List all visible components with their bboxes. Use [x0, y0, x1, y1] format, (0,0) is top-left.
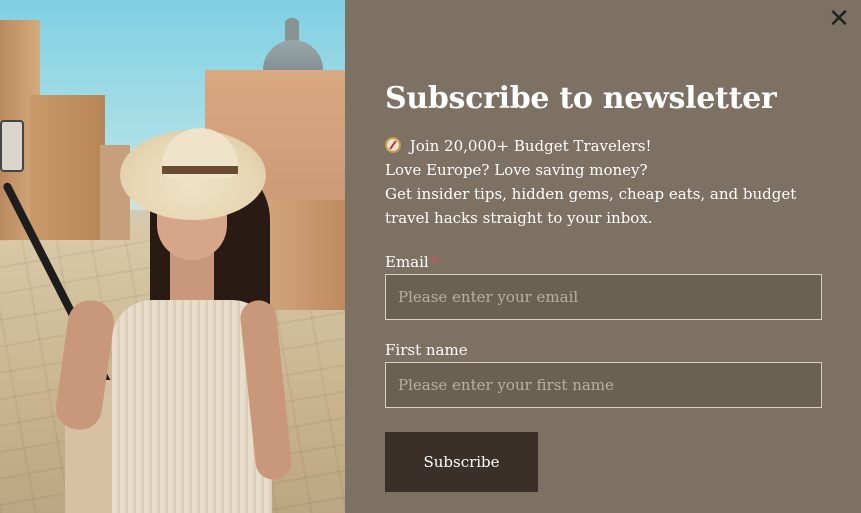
- close-icon[interactable]: ✕: [827, 6, 851, 32]
- photo-woman-hat-band: [162, 166, 238, 174]
- travel-photo: [0, 0, 345, 513]
- email-label-text: Email: [385, 253, 429, 271]
- photo-wall-right: [265, 200, 345, 310]
- newsletter-panel: ✕ Subscribe to newsletter Join 20,000+ B…: [345, 0, 861, 513]
- first-name-field[interactable]: [385, 362, 822, 408]
- description-line-3: Get insider tips, hidden gems, cheap eat…: [385, 185, 797, 203]
- photo-dome-lantern: [285, 18, 299, 42]
- required-marker: *: [430, 253, 439, 271]
- email-label: Email *: [385, 252, 822, 272]
- description-line-2: Love Europe? Love saving money?: [385, 161, 648, 179]
- subscribe-button[interactable]: Subscribe: [385, 432, 538, 492]
- description-line-1-text: Join 20,000+ Budget Travelers!: [409, 137, 652, 155]
- first-name-label: First name: [385, 340, 822, 360]
- description-line-1: Join 20,000+ Budget Travelers!: [385, 134, 822, 158]
- newsletter-modal: ✕ Subscribe to newsletter Join 20,000+ B…: [0, 0, 861, 513]
- compass-icon: [385, 137, 401, 153]
- newsletter-content: Subscribe to newsletter Join 20,000+ Bud…: [385, 80, 822, 492]
- photo-phone: [0, 120, 24, 172]
- email-field[interactable]: [385, 274, 822, 320]
- newsletter-description: Join 20,000+ Budget Travelers! Love Euro…: [385, 134, 822, 230]
- description-line-4: travel hacks straight to your inbox.: [385, 209, 653, 227]
- first-name-label-text: First name: [385, 341, 468, 359]
- newsletter-title: Subscribe to newsletter: [385, 81, 777, 116]
